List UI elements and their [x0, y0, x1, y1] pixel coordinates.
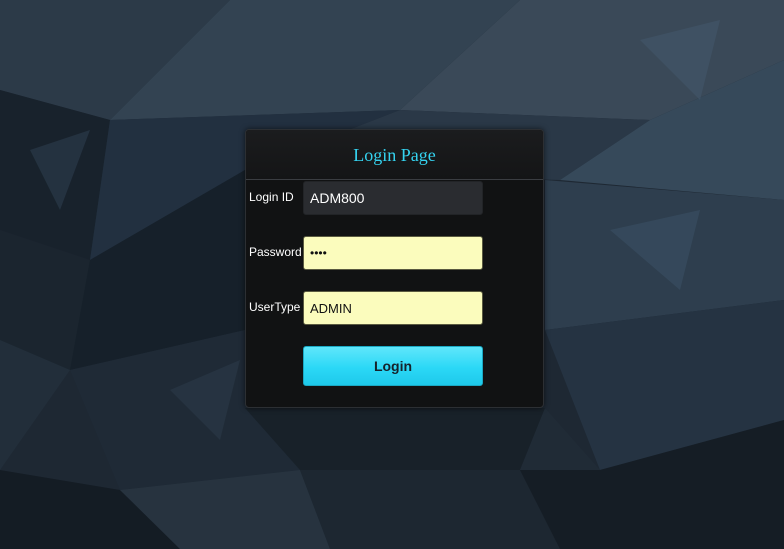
usertype-input[interactable]	[303, 291, 483, 325]
password-label: Password	[249, 245, 302, 259]
login-id-label: Login ID	[249, 190, 294, 204]
login-panel-header: Login Page	[246, 130, 543, 180]
login-panel: Login Page Login ID Password UserType Lo…	[245, 129, 544, 408]
login-id-row: Login ID	[246, 181, 543, 215]
password-row: Password	[246, 236, 543, 270]
page-title: Login Page	[353, 145, 436, 165]
password-input[interactable]	[303, 236, 483, 270]
usertype-label: UserType	[249, 300, 301, 314]
login-id-input[interactable]	[303, 181, 483, 215]
login-button[interactable]: Login	[303, 346, 483, 386]
usertype-row: UserType	[246, 291, 543, 325]
